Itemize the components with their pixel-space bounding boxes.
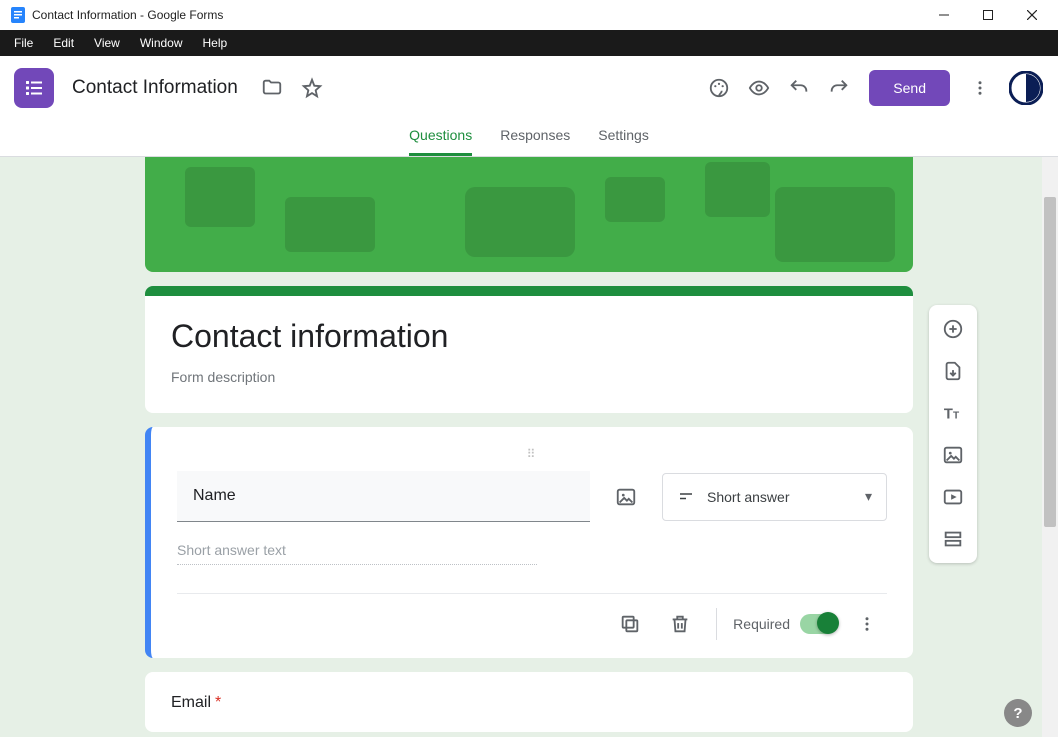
svg-text:T: T: [953, 411, 960, 422]
help-button[interactable]: ?: [1004, 699, 1032, 727]
form-canvas: Contact information Form description ⠿ S…: [0, 156, 1058, 737]
add-section-button[interactable]: [935, 521, 971, 557]
more-options-button[interactable]: [960, 68, 1000, 108]
required-toggle[interactable]: [800, 614, 837, 634]
question-title-next[interactable]: Email: [171, 694, 211, 711]
add-image-button[interactable]: [604, 475, 648, 519]
star-button[interactable]: [292, 68, 332, 108]
question-more-button[interactable]: [847, 604, 887, 644]
question-title-input[interactable]: [177, 471, 590, 522]
window-maximize-button[interactable]: [966, 0, 1010, 30]
scrollbar-thumb[interactable]: [1044, 197, 1056, 527]
question-card-next[interactable]: Email*: [145, 672, 913, 732]
question-card[interactable]: ⠿ Short answer ▾ Short answer text: [145, 427, 913, 658]
editor-tabs: Questions Responses Settings: [0, 120, 1058, 156]
menu-edit[interactable]: Edit: [43, 30, 84, 56]
menu-window[interactable]: Window: [130, 30, 193, 56]
forms-logo-icon[interactable]: [14, 68, 54, 108]
menu-help[interactable]: Help: [193, 30, 238, 56]
menubar: File Edit View Window Help: [0, 30, 1058, 56]
redo-button[interactable]: [819, 68, 859, 108]
form-title-card[interactable]: Contact information Form description: [145, 286, 913, 413]
required-label: Required: [733, 616, 790, 632]
required-star-icon: *: [215, 694, 221, 711]
form-header-image[interactable]: [145, 157, 913, 272]
user-avatar[interactable]: [1008, 70, 1044, 106]
add-question-button[interactable]: [935, 311, 971, 347]
tab-responses[interactable]: Responses: [500, 127, 570, 156]
tab-questions[interactable]: Questions: [409, 127, 472, 156]
delete-question-button[interactable]: [660, 604, 700, 644]
divider: [716, 608, 717, 640]
send-button[interactable]: Send: [869, 70, 950, 106]
question-type-label: Short answer: [707, 489, 789, 505]
form-description[interactable]: Form description: [171, 369, 887, 385]
form-title[interactable]: Contact information: [171, 318, 887, 355]
window-title: Contact Information - Google Forms: [32, 8, 223, 22]
question-toolbar: TT: [929, 305, 977, 563]
menu-view[interactable]: View: [84, 30, 130, 56]
customize-theme-button[interactable]: [699, 68, 739, 108]
window-minimize-button[interactable]: [922, 0, 966, 30]
svg-text:T: T: [944, 407, 953, 423]
app-header: Contact Information Send: [0, 56, 1058, 120]
chevron-down-icon: ▾: [865, 488, 872, 505]
vertical-scrollbar[interactable]: [1042, 157, 1058, 737]
document-title[interactable]: Contact Information: [72, 77, 238, 99]
duplicate-question-button[interactable]: [610, 604, 650, 644]
import-questions-button[interactable]: [935, 353, 971, 389]
tab-settings[interactable]: Settings: [598, 127, 649, 156]
window-close-button[interactable]: [1010, 0, 1054, 30]
add-title-button[interactable]: TT: [935, 395, 971, 431]
window-titlebar: Contact Information - Google Forms: [0, 0, 1058, 30]
answer-placeholder: Short answer text: [177, 542, 537, 565]
drag-handle-icon[interactable]: ⠿: [177, 447, 887, 461]
move-to-folder-button[interactable]: [252, 68, 292, 108]
preview-button[interactable]: [739, 68, 779, 108]
menu-file[interactable]: File: [4, 30, 43, 56]
docs-app-icon: [10, 7, 26, 23]
undo-button[interactable]: [779, 68, 819, 108]
add-video-button[interactable]: [935, 479, 971, 515]
question-type-select[interactable]: Short answer ▾: [662, 473, 887, 521]
add-image-block-button[interactable]: [935, 437, 971, 473]
